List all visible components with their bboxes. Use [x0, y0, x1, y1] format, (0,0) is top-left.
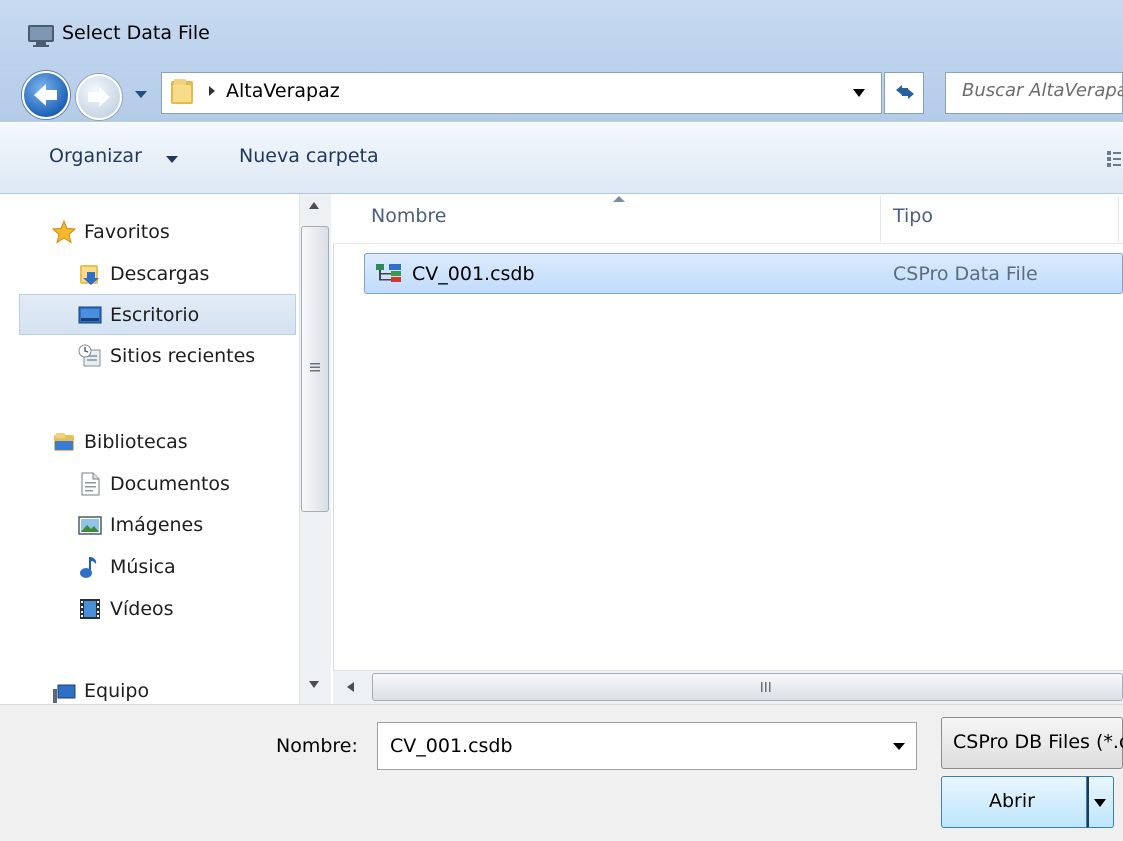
nav-equipo[interactable]: Equipo [52, 676, 149, 704]
nav-item-label: Sitios recientes [110, 345, 256, 367]
documents-icon [81, 472, 100, 496]
computer-icon [53, 684, 76, 703]
folder-icon [171, 79, 193, 104]
breadcrumb-current-folder[interactable]: AltaVerapaz [226, 80, 340, 102]
organize-button[interactable]: Organizar [49, 145, 142, 167]
filename-dropdown-icon[interactable] [892, 742, 906, 751]
file-list-h-scroll-thumb[interactable] [372, 673, 1123, 701]
cspro-data-file-icon [376, 264, 401, 282]
nav-item-musica[interactable]: Música [78, 550, 176, 584]
scroll-up-arrow-icon[interactable] [307, 200, 321, 212]
desktop-icon [78, 306, 102, 324]
file-type-filter-value[interactable]: CSPro DB Files (*.csdb) [953, 731, 1123, 753]
nav-bibliotecas-label: Bibliotecas [84, 431, 188, 453]
nav-item-label: Imágenes [110, 514, 204, 536]
recent-places-icon [78, 344, 101, 367]
nav-bibliotecas[interactable]: Bibliotecas [52, 425, 188, 459]
videos-icon [80, 599, 100, 619]
file-type: CSPro Data File [893, 263, 1038, 285]
column-header-type[interactable]: Tipo [893, 205, 933, 227]
pictures-icon [78, 516, 102, 535]
back-button[interactable] [22, 71, 70, 119]
nav-item-videos[interactable]: Vídeos [78, 592, 174, 626]
nav-item-imagenes[interactable]: Imágenes [78, 508, 203, 542]
forward-arrow-icon [88, 87, 110, 107]
nav-item-escritorio[interactable]: Escritorio [78, 298, 199, 332]
nav-item-label: Vídeos [110, 598, 174, 620]
nav-favorites-label: Favoritos [84, 221, 170, 243]
column-divider[interactable] [880, 196, 881, 242]
back-arrow-icon [34, 84, 57, 106]
downloads-folder-icon [80, 265, 99, 285]
sort-ascending-icon [613, 196, 625, 202]
filename-value[interactable]: CV_001.csdb [390, 735, 513, 757]
scroll-down-arrow-icon[interactable] [307, 678, 321, 690]
search-placeholder[interactable]: Buscar AltaVerapaz [962, 80, 1123, 101]
nav-item-sitios-recientes[interactable]: Sitios recientes [78, 339, 255, 373]
nav-item-documentos[interactable]: Documentos [78, 467, 230, 501]
nav-equipo-label: Equipo [84, 680, 150, 702]
forward-button[interactable] [76, 74, 122, 120]
app-window-icon [28, 25, 54, 47]
nav-item-label: Escritorio [110, 304, 200, 326]
new-folder-button[interactable]: Nueva carpeta [239, 145, 379, 167]
nav-favorites[interactable]: Favoritos [52, 215, 170, 249]
column-header-name[interactable]: Nombre [371, 205, 447, 227]
change-view-icon[interactable] [1105, 148, 1123, 170]
scroll-left-arrow-icon[interactable] [346, 680, 356, 694]
nav-item-label: Descargas [110, 263, 210, 285]
window-title: Select Data File [62, 22, 210, 44]
column-divider[interactable] [1118, 196, 1119, 242]
filename-label: Nombre: [276, 735, 358, 757]
nav-item-label: Documentos [110, 473, 230, 495]
organize-dropdown-icon[interactable] [166, 156, 178, 164]
libraries-icon [54, 433, 74, 451]
scroll-grip-icon [761, 682, 771, 692]
music-icon [80, 557, 97, 578]
address-dropdown-icon[interactable] [852, 88, 866, 98]
refresh-icon [896, 85, 914, 99]
recent-locations-dropdown-icon[interactable] [133, 86, 149, 102]
open-button-label[interactable]: Abrir [989, 790, 1035, 812]
scroll-grip-icon [310, 363, 320, 372]
file-name[interactable]: CV_001.csdb [412, 263, 535, 285]
breadcrumb-separator-icon[interactable] [207, 85, 217, 97]
column-header-row [333, 194, 1123, 244]
star-icon [52, 220, 76, 244]
nav-item-descargas[interactable]: Descargas [78, 257, 209, 291]
chevron-down-icon [1094, 799, 1106, 807]
nav-item-label: Música [110, 556, 176, 578]
